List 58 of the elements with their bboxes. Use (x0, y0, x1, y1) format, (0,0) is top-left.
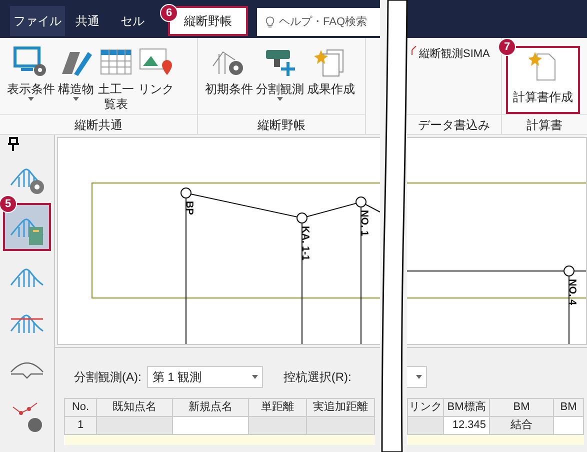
search-field[interactable]: ヘルプ・FAQ検索 (257, 8, 380, 36)
table-cell[interactable]: 1 (64, 416, 96, 434)
column-header[interactable]: リンク (408, 398, 444, 416)
caret-icon (73, 97, 79, 101)
ribbon-button[interactable]: 構造物 (57, 46, 95, 101)
lightbulb-icon (265, 15, 275, 29)
caret-icon (252, 375, 258, 379)
station-label: BP (183, 201, 194, 215)
dropdown[interactable] (407, 366, 427, 388)
group-label: 縦断共通 (0, 114, 197, 134)
table-cell[interactable] (408, 416, 444, 434)
ribbon-tab[interactable]: 共通 (65, 6, 110, 36)
monitor-gear-icon (13, 46, 49, 78)
step-badge: 5 (0, 195, 17, 213)
ribbon-button[interactable]: 表示条件 (6, 46, 56, 101)
step-badge: 7 (498, 38, 516, 56)
step-badge: 6 (160, 4, 178, 22)
column-header[interactable]: 既知点名 (96, 398, 172, 416)
ribbon-tab[interactable]: セル (110, 6, 155, 36)
export-arrow-icon (411, 46, 417, 56)
station-marker (296, 212, 308, 224)
pin-icon[interactable] (8, 137, 20, 151)
table-cell[interactable] (248, 416, 306, 434)
field-label: 控杭選択(R): (283, 369, 352, 386)
station-label: NO. 1 (358, 210, 370, 236)
station-marker (564, 266, 574, 276)
field-label: 分割観測(A): (74, 369, 142, 386)
document-star-icon (529, 50, 557, 82)
caret-icon (277, 97, 283, 101)
column-header[interactable]: 新規点名 (172, 398, 248, 416)
station-marker (356, 196, 366, 208)
dropdown[interactable]: 第 1 観測 (147, 366, 264, 388)
group-label: 縦断野帳 (198, 114, 365, 134)
group-label: 計算書 (502, 114, 587, 134)
table-cell[interactable] (96, 416, 172, 434)
group-label: データ書込み (407, 114, 501, 134)
ribbon-button[interactable]: 成果作成 (306, 46, 356, 97)
ribbon-button[interactable]: 初期条件 (204, 46, 254, 97)
station-label: NO. 4 (566, 279, 578, 306)
ribbon-tab[interactable]: ファイル (10, 6, 65, 36)
column-header[interactable]: 単距離 (248, 398, 306, 416)
ribbon-button[interactable]: 分割観測 (255, 46, 305, 101)
ribbon-button[interactable]: 土工一覧表 (96, 46, 136, 112)
column-header[interactable]: BM標高 (444, 398, 490, 416)
ribbon-button[interactable]: リンク (137, 46, 175, 97)
search-input[interactable]: ヘルプ・FAQ検索 (279, 14, 379, 30)
station-label: KA. 1-1 (299, 226, 310, 260)
column-header[interactable]: BM (554, 398, 584, 416)
table-cell[interactable]: 結合 (490, 416, 554, 434)
caret-icon (416, 375, 422, 379)
column-header[interactable]: No. (64, 398, 96, 416)
station-marker (180, 188, 192, 198)
column-header[interactable]: 実追加距離 (306, 398, 374, 416)
column-header[interactable]: BM (490, 398, 554, 416)
station-line (568, 276, 570, 344)
caret-icon (28, 97, 34, 101)
table-cell[interactable] (306, 416, 374, 434)
ribbon-button[interactable]: 縦断観測SIMA (411, 46, 490, 62)
